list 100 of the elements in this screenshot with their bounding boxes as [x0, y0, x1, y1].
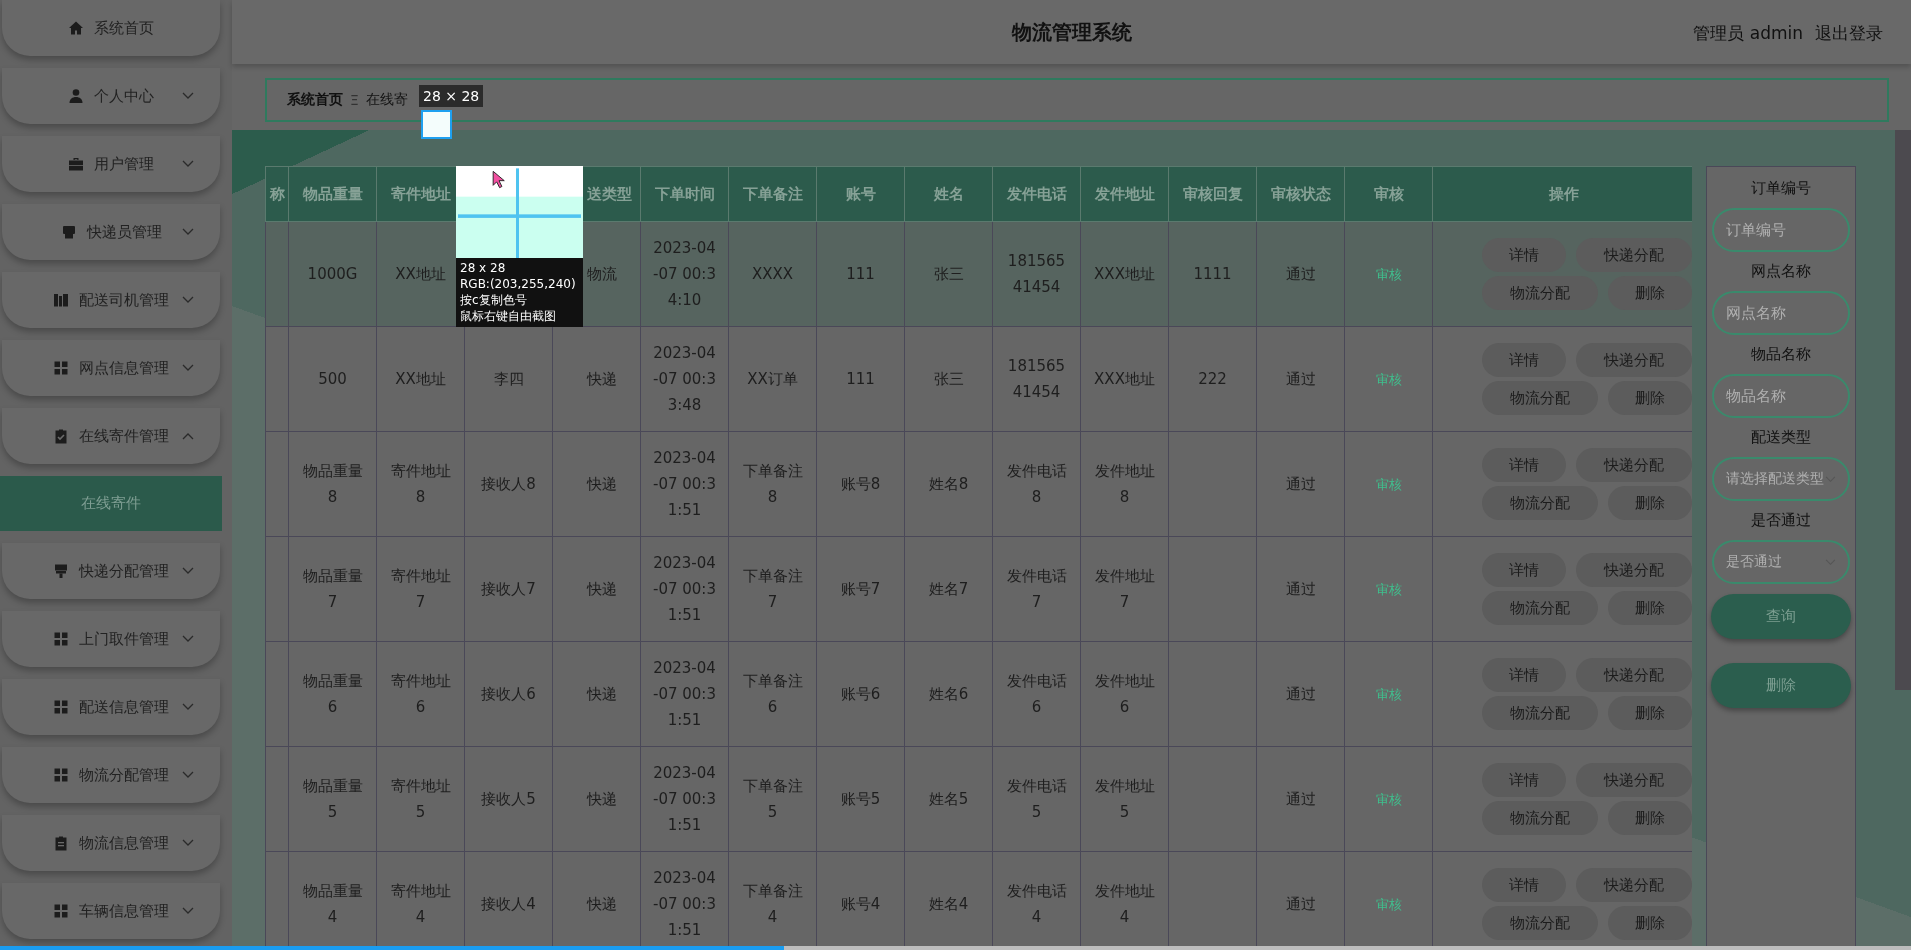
table-cell: 111 — [816, 221, 905, 327]
sidebar-item[interactable]: 在线寄件管理 — [2, 408, 220, 464]
sidebar-item[interactable]: 物流信息管理 — [2, 815, 220, 871]
table-row[interactable]: 物品重量7 寄件地址7 接收人7 快递 2023-04-07 00:31:51 下单备注7 账号7 姓名7 发件电话7 发件地址7 通过 审核 详情 快递分配 物流分配 删除 — [265, 536, 1692, 642]
sidebar-item[interactable]: 用户管理 — [2, 136, 220, 192]
action-button[interactable]: 物流分配 — [1482, 276, 1598, 310]
clipboard-check-icon — [53, 428, 69, 444]
table-cell: 姓名5 — [904, 746, 993, 852]
select-field[interactable]: 是否通过 — [1712, 540, 1850, 584]
action-button[interactable]: 删除 — [1608, 276, 1692, 310]
table-cell: 接收人8 — [464, 431, 553, 537]
field-label: 配送类型 — [1751, 428, 1811, 447]
input-field[interactable]: 订单编号 — [1712, 208, 1850, 252]
input-field[interactable]: 物品名称 — [1712, 374, 1850, 418]
table-cell: 通过 — [1256, 641, 1345, 747]
table-cell: 姓名7 — [904, 536, 993, 642]
table-cell: 李四 — [464, 326, 553, 432]
review-link[interactable]: 审核 — [1375, 896, 1402, 912]
action-button[interactable]: 快递分配 — [1576, 868, 1692, 902]
video-progress-track[interactable] — [0, 946, 1911, 950]
action-button[interactable]: 详情 — [1482, 658, 1566, 692]
action-button[interactable]: 删除 — [1608, 486, 1692, 520]
menu-label: 物流信息管理 — [79, 833, 169, 853]
clipboard-icon — [53, 835, 69, 851]
action-button[interactable]: 物流分配 — [1482, 486, 1598, 520]
menu-label: 网点信息管理 — [79, 358, 169, 378]
sidebar-item[interactable]: 个人中心 — [2, 68, 220, 124]
table-cell: 通过 — [1256, 431, 1345, 537]
sidebar-item[interactable]: 快递分配管理 — [2, 543, 220, 599]
menu-label: 车辆信息管理 — [79, 901, 169, 921]
column-header: 审核回复 — [1168, 166, 1257, 222]
panel-button[interactable]: 查询 — [1711, 594, 1851, 639]
action-button[interactable]: 详情 — [1482, 343, 1566, 377]
scrollbar[interactable] — [1895, 130, 1911, 690]
table-row[interactable]: 物品重量5 寄件地址5 接收人5 快递 2023-04-07 00:31:51 下单备注5 账号5 姓名5 发件电话5 发件地址5 通过 审核 详情 快递分配 物流分配 删除 — [265, 746, 1692, 852]
selection-box[interactable] — [423, 112, 450, 137]
sidebar-item[interactable]: 车辆信息管理 — [2, 883, 220, 939]
field-label: 物品名称 — [1751, 345, 1811, 364]
review-link[interactable]: 审核 — [1375, 476, 1402, 492]
table-row[interactable]: 物品重量4 寄件地址4 接收人4 快递 2023-04-07 00:31:51 下单备注4 账号4 姓名4 发件电话4 发件地址4 通过 审核 详情 快递分配 物流分配 删除 — [265, 851, 1692, 950]
sidebar-item[interactable]: 快递员管理 — [2, 204, 220, 260]
input-field[interactable]: 网点名称 — [1712, 291, 1850, 335]
action-button[interactable]: 快递分配 — [1576, 238, 1692, 272]
home-icon — [68, 20, 84, 36]
table-cell: 2023-04-07 00:31:51 — [640, 536, 729, 642]
action-button[interactable]: 物流分配 — [1482, 381, 1598, 415]
sidebar-item[interactable]: 网点信息管理 — [2, 340, 220, 396]
review-link[interactable]: 审核 — [1375, 266, 1402, 282]
table-row[interactable]: 物品重量8 寄件地址8 接收人8 快递 2023-04-07 00:31:51 下单备注8 账号8 姓名8 发件电话8 发件地址8 通过 审核 详情 快递分配 物流分配 删除 — [265, 431, 1692, 537]
table-cell: 通过 — [1256, 326, 1345, 432]
table-cell: 222 — [1168, 326, 1257, 432]
sidebar-item[interactable]: 配送信息管理 — [2, 679, 220, 735]
app-title: 物流管理系统 — [1011, 18, 1132, 46]
review-link[interactable]: 审核 — [1375, 791, 1402, 807]
table-cell: 发件电话6 — [992, 641, 1081, 747]
action-button[interactable]: 删除 — [1608, 906, 1692, 940]
action-button[interactable]: 详情 — [1482, 763, 1566, 797]
cursor-icon — [492, 170, 506, 189]
review-link[interactable]: 审核 — [1375, 371, 1402, 387]
action-button[interactable]: 删除 — [1608, 696, 1692, 730]
action-button[interactable]: 删除 — [1608, 381, 1692, 415]
review-link[interactable]: 审核 — [1375, 686, 1402, 702]
action-button[interactable]: 详情 — [1482, 553, 1566, 587]
action-button[interactable]: 快递分配 — [1576, 343, 1692, 377]
column-header: 审核 — [1344, 166, 1433, 222]
action-button[interactable]: 详情 — [1482, 448, 1566, 482]
select-field[interactable]: 请选择配送类型 — [1712, 457, 1850, 501]
action-button[interactable]: 删除 — [1608, 801, 1692, 835]
sidebar-item[interactable]: 系统首页 — [2, 0, 220, 56]
sidebar-item[interactable]: 物流分配管理 — [2, 747, 220, 803]
table-cell: 1111 — [1168, 221, 1257, 327]
action-button[interactable]: 快递分配 — [1576, 658, 1692, 692]
action-button[interactable]: 快递分配 — [1576, 763, 1692, 797]
grid-icon — [53, 767, 69, 783]
action-button[interactable]: 详情 — [1482, 868, 1566, 902]
table-cell: 下单备注6 — [728, 641, 817, 747]
sidebar-item[interactable]: 配送司机管理 — [2, 272, 220, 328]
action-button[interactable]: 物流分配 — [1482, 591, 1598, 625]
table-row[interactable]: 物品重量6 寄件地址6 接收人6 快递 2023-04-07 00:31:51 下单备注6 账号6 姓名6 发件电话6 发件地址6 通过 审核 详情 快递分配 物流分配 删除 — [265, 641, 1692, 747]
panel-button[interactable]: 删除 — [1711, 663, 1851, 708]
submenu-item[interactable]: 在线寄件 — [0, 476, 222, 531]
action-button[interactable]: 详情 — [1482, 238, 1566, 272]
action-button[interactable]: 快递分配 — [1576, 553, 1692, 587]
table-cell: 快递 — [552, 326, 641, 432]
sidebar-item[interactable]: 上门取件管理 — [2, 611, 220, 667]
logout-link[interactable]: 退出登录 — [1815, 22, 1883, 45]
column-header: 称 — [265, 166, 289, 222]
table-cell: 500 — [288, 326, 377, 432]
action-button[interactable]: 快递分配 — [1576, 448, 1692, 482]
action-button[interactable]: 物流分配 — [1482, 801, 1598, 835]
review-link[interactable]: 审核 — [1375, 581, 1402, 597]
field-label: 网点名称 — [1751, 262, 1811, 281]
table-cell: 发件地址8 — [1080, 431, 1169, 537]
action-button[interactable]: 物流分配 — [1482, 906, 1598, 940]
action-button[interactable]: 物流分配 — [1482, 696, 1598, 730]
breadcrumb-link[interactable]: 系统首页 — [287, 91, 343, 109]
table-cell: 下单备注5 — [728, 746, 817, 852]
table-row[interactable]: 500 XX地址 李四 快递 2023-04-07 00:33:48 XX订单 111 张三 18156541454 XXX地址 222 通过 审核 详情 快递分配 物流分配 删除 — [265, 326, 1692, 432]
table-cell: 寄件地址8 — [376, 431, 465, 537]
action-button[interactable]: 删除 — [1608, 591, 1692, 625]
